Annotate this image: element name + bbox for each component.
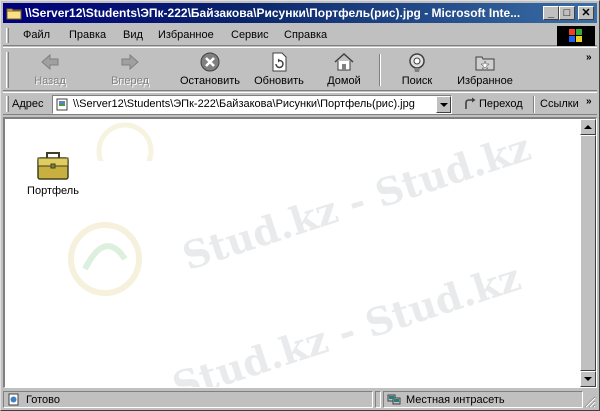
close-button[interactable]: ✕ xyxy=(578,6,594,20)
menu-tools[interactable]: Сервис xyxy=(231,29,269,41)
status-bar: Готово Местная интрасеть xyxy=(3,389,597,409)
content-pane: Портфель Stud.kz - Stud.kz Stud.kz - Stu… xyxy=(3,117,597,388)
refresh-button[interactable]: Обновить xyxy=(251,51,307,89)
toolbar-more-chevron[interactable]: » xyxy=(586,52,592,63)
address-value: \\Server12\Students\ЭПк-222\Байзакова\Ри… xyxy=(73,98,415,110)
menubar-grip[interactable] xyxy=(6,28,9,43)
briefcase-icon xyxy=(37,152,69,180)
favorites-label: Избранное xyxy=(457,75,513,87)
watermark-text-lower: Stud.kz - Stud.kz xyxy=(166,254,526,388)
address-bar: Адрес \\Server12\Students\ЭПк-222\Байзак… xyxy=(3,92,597,115)
minimize-button[interactable]: _ xyxy=(543,6,559,20)
links-button[interactable]: Ссылки xyxy=(540,98,579,110)
page-done-icon xyxy=(8,393,19,406)
file-label: Портфель xyxy=(27,185,79,197)
home-label: Домой xyxy=(327,75,361,87)
forward-arrow-icon xyxy=(121,53,139,71)
search-label: Поиск xyxy=(401,75,433,87)
back-label: Назад xyxy=(34,75,66,87)
back-button[interactable]: Назад xyxy=(27,51,73,89)
status-panel-zone: Местная интрасеть xyxy=(383,391,583,408)
menu-file[interactable]: Файл xyxy=(23,29,50,41)
home-button[interactable]: Домой xyxy=(321,51,367,89)
links-more-chevron[interactable]: » xyxy=(586,96,592,107)
search-button[interactable]: Поиск xyxy=(395,51,439,89)
home-icon xyxy=(334,52,354,71)
status-panel-progress xyxy=(375,391,381,408)
maximize-button[interactable]: □ xyxy=(559,6,575,20)
watermark-logo xyxy=(68,222,142,296)
window-title: \\Server12\Students\ЭПк-222\Байзакова\Ри… xyxy=(25,6,521,20)
back-arrow-icon xyxy=(41,53,59,71)
links-separator xyxy=(533,96,535,113)
address-dropdown-button[interactable] xyxy=(436,96,451,113)
watermark-text: Stud.kz - Stud.kz xyxy=(176,124,536,279)
resize-grip-icon[interactable] xyxy=(584,396,596,408)
folder-app-icon[interactable] xyxy=(6,5,22,21)
title-bar[interactable]: \\Server12\Students\ЭПк-222\Байзакова\Ри… xyxy=(3,3,597,23)
scroll-down-button[interactable] xyxy=(580,371,596,387)
status-text: Готово xyxy=(26,394,60,406)
toolbar-grip[interactable] xyxy=(6,52,9,88)
addressbar-grip[interactable] xyxy=(6,96,9,112)
address-label: Адрес xyxy=(12,98,44,110)
forward-label: Вперед xyxy=(111,75,149,87)
standard-toolbar: Назад Вперед Остановить Обновить Домой П… xyxy=(3,47,597,91)
stop-label: Остановить xyxy=(179,75,241,87)
favorites-folder-icon xyxy=(475,56,495,71)
menu-edit[interactable]: Правка xyxy=(69,29,106,41)
refresh-icon xyxy=(272,52,287,72)
go-arrow-icon xyxy=(465,97,476,109)
intranet-zone-icon xyxy=(387,394,401,405)
vertical-scrollbar[interactable] xyxy=(580,119,596,387)
status-panel-main: Готово xyxy=(3,391,373,408)
watermark-logo-top xyxy=(96,122,154,161)
forward-button[interactable]: Вперед xyxy=(107,51,153,89)
menu-favorites[interactable]: Избранное xyxy=(158,29,214,41)
address-input[interactable]: \\Server12\Students\ЭПк-222\Байзакова\Ри… xyxy=(52,95,452,114)
scroll-up-button[interactable] xyxy=(580,119,596,135)
go-label: Переход xyxy=(479,98,523,110)
image-file-icon xyxy=(56,98,68,111)
menu-view[interactable]: Вид xyxy=(123,29,143,41)
refresh-label: Обновить xyxy=(254,75,304,87)
search-icon xyxy=(409,53,425,72)
stop-icon xyxy=(200,52,220,72)
zone-text: Местная интрасеть xyxy=(406,394,505,406)
file-item-portfolio[interactable]: Портфель xyxy=(23,151,83,197)
menu-help[interactable]: Справка xyxy=(284,29,327,41)
browser-window: \\Server12\Students\ЭПк-222\Байзакова\Ри… xyxy=(0,0,600,411)
stop-button[interactable]: Остановить xyxy=(177,51,243,89)
favorites-button[interactable]: Избранное xyxy=(455,51,515,89)
toolbar-separator xyxy=(379,54,381,86)
windows-logo-icon xyxy=(557,26,595,46)
go-button[interactable]: Переход xyxy=(459,96,529,113)
scroll-thumb[interactable] xyxy=(580,135,596,371)
menu-bar: Файл Правка Вид Избранное Сервис Справка xyxy=(3,25,597,46)
